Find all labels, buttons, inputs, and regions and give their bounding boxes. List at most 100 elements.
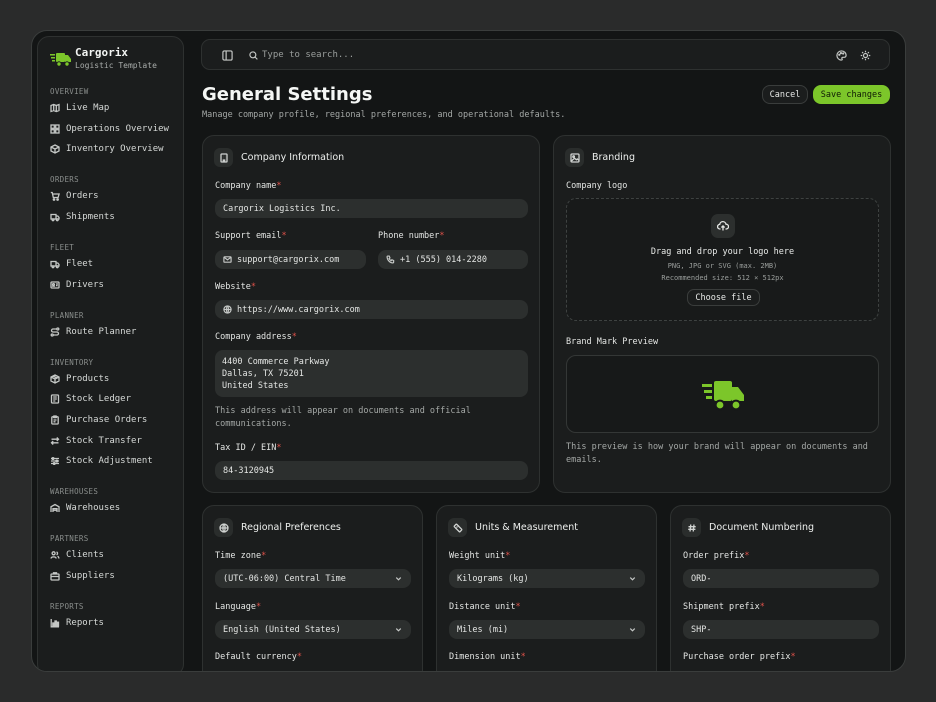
sidebar-item-stock-ledger[interactable]: Stock Ledger [50, 392, 131, 406]
sidebar-item-label: Warehouses [66, 503, 121, 514]
sidebar-item-label: Drivers [66, 279, 104, 290]
chevron-down-icon [395, 628, 402, 632]
phone-number-input[interactable]: +1 (555) 014-2280 [378, 250, 528, 269]
language-label: Language* [215, 602, 262, 612]
sidebar-item-label: Operations Overview [66, 123, 169, 134]
sidebar-item-label: Orders [66, 191, 99, 202]
sidebar-item-inventory-overview[interactable]: Inventory Overview [50, 142, 164, 156]
card-title: Document Numbering [709, 522, 815, 533]
globe-icon [214, 518, 233, 537]
language-select[interactable]: English (United States) [215, 620, 411, 639]
sidebar-item-shipments[interactable]: Shipments [50, 210, 115, 224]
warehouse-icon [50, 504, 60, 513]
truck-icon [50, 213, 60, 222]
shipment-prefix-label: Shipment prefix* [683, 602, 765, 612]
chevron-down-icon [395, 577, 402, 581]
sun-icon[interactable] [860, 50, 871, 61]
distance-unit-label: Distance unit* [449, 602, 521, 612]
sidebar-item-label: Route Planner [66, 326, 137, 337]
sidebar: Cargorix Logistic Template OVERVIEW Live … [37, 36, 184, 671]
sidebar-item-label: Shipments [66, 211, 115, 222]
sidebar-item-warehouses[interactable]: Warehouses [50, 501, 120, 515]
branding-card: Branding Company logo Drag and drop your… [553, 135, 891, 493]
sidebar-item-operations-overview[interactable]: Operations Overview [50, 122, 169, 136]
sidebar-item-label: Stock Adjustment [66, 456, 153, 467]
sidebar-item-fleet[interactable]: Fleet [50, 257, 93, 271]
company-address-textarea[interactable]: 4400 Commerce Parkway Dallas, TX 75201 U… [215, 350, 528, 397]
save-changes-button[interactable]: Save changes [813, 85, 890, 104]
nav-section-planner: PLANNER [50, 310, 84, 320]
cancel-button[interactable]: Cancel [762, 85, 808, 104]
nav-section-fleet: FLEET [50, 243, 75, 252]
units-measurement-card: Units & Measurement Weight unit* Kilogra… [436, 505, 657, 671]
sidebar-item-clients[interactable]: Clients [50, 548, 104, 562]
purchase-order-prefix-label: Purchase order prefix* [683, 652, 796, 662]
regional-preferences-card: Regional Preferences Time zone* (UTC-06:… [202, 505, 423, 671]
image-icon [565, 148, 584, 167]
truck-logo-icon [702, 381, 744, 411]
sidebar-item-label: Live Map [66, 103, 110, 113]
sidebar-item-reports[interactable]: Reports [50, 616, 104, 630]
search-input[interactable]: Type to search... [262, 50, 354, 60]
sidebar-item-suppliers[interactable]: Suppliers [50, 569, 115, 583]
order-prefix-input[interactable]: ORD- [683, 569, 879, 588]
company-address-label: Company address* [215, 332, 297, 342]
id-card-icon [50, 280, 60, 289]
sidebar-item-drivers[interactable]: Drivers [50, 278, 104, 292]
nav-section-overview: OVERVIEW [50, 87, 89, 96]
phone-icon [386, 255, 395, 264]
route-icon [50, 327, 60, 337]
supplier-icon [50, 572, 60, 581]
nav-section-orders: ORDERS [50, 175, 79, 185]
sidebar-item-label: Inventory Overview [66, 144, 164, 155]
support-email-input[interactable]: support@cargorix.com [215, 250, 366, 269]
support-email-label: Support email* [215, 231, 287, 241]
box-icon [50, 144, 60, 154]
brand-subtitle: Logistic Template [75, 61, 157, 70]
distance-unit-select[interactable]: Miles (mi) [449, 620, 645, 639]
tax-id-label: Tax ID / EIN* [215, 443, 282, 453]
address-hint: This address will appear on documents an… [215, 406, 471, 429]
sidebar-item-orders[interactable]: Orders [50, 189, 99, 203]
swap-icon [50, 436, 60, 445]
sidebar-item-live-map[interactable]: Live Map [50, 101, 109, 115]
sidebar-item-purchase-orders[interactable]: Purchase Orders [50, 413, 147, 427]
app-window: Cargorix Logistic Template OVERVIEW Live … [31, 30, 906, 672]
sidebar-item-label: Stock Transfer [66, 435, 142, 446]
shipment-prefix-input[interactable]: SHP- [683, 620, 879, 639]
phone-number-label: Phone number* [378, 231, 445, 241]
weight-unit-select[interactable]: Kilograms (kg) [449, 569, 645, 588]
brand-mark-preview [566, 355, 879, 433]
palette-icon[interactable] [836, 50, 847, 61]
time-zone-select[interactable]: (UTC-06:00) Central Time [215, 569, 411, 588]
sidebar-item-label: Clients [66, 550, 104, 561]
nav-section-reports: REPORTS [50, 602, 84, 612]
dimension-unit-label: Dimension unit* [449, 652, 526, 662]
nav-section-partners: PARTNERS [50, 534, 89, 544]
page-title: General Settings [202, 84, 373, 105]
tax-id-input[interactable]: 84-3120945 [215, 461, 528, 480]
logo-dropzone[interactable]: Drag and drop your logo here PNG, JPG or… [566, 198, 879, 321]
choose-file-button[interactable]: Choose file [687, 289, 760, 306]
address-line: United States [222, 381, 289, 391]
truck-logo-icon [50, 53, 71, 67]
search-icon [249, 51, 258, 60]
sidebar-item-route-planner[interactable]: Route Planner [50, 325, 136, 339]
sidebar-item-stock-adjustment[interactable]: Stock Adjustment [50, 454, 153, 468]
company-information-card: Company Information Company name* Cargor… [202, 135, 540, 493]
chevron-down-icon [629, 577, 636, 581]
sidebar-item-stock-transfer[interactable]: Stock Transfer [50, 434, 142, 448]
weight-unit-label: Weight unit* [449, 551, 511, 561]
company-name-input[interactable]: Cargorix Logistics Inc. [215, 199, 528, 218]
ledger-icon [50, 394, 60, 405]
page-subtitle: Manage company profile, regional prefere… [202, 110, 566, 120]
website-input[interactable]: https://www.cargorix.com [215, 300, 528, 319]
users-icon [50, 551, 60, 560]
address-line: Dallas, TX 75201 [222, 369, 304, 379]
preview-hint: This preview is how your brand will appe… [566, 442, 868, 465]
cart-icon [50, 192, 60, 202]
sidebar-item-products[interactable]: Products [50, 372, 109, 386]
sidebar-toggle-icon[interactable] [222, 50, 233, 61]
map-icon [50, 103, 60, 113]
brand-name: Cargorix [75, 46, 128, 59]
